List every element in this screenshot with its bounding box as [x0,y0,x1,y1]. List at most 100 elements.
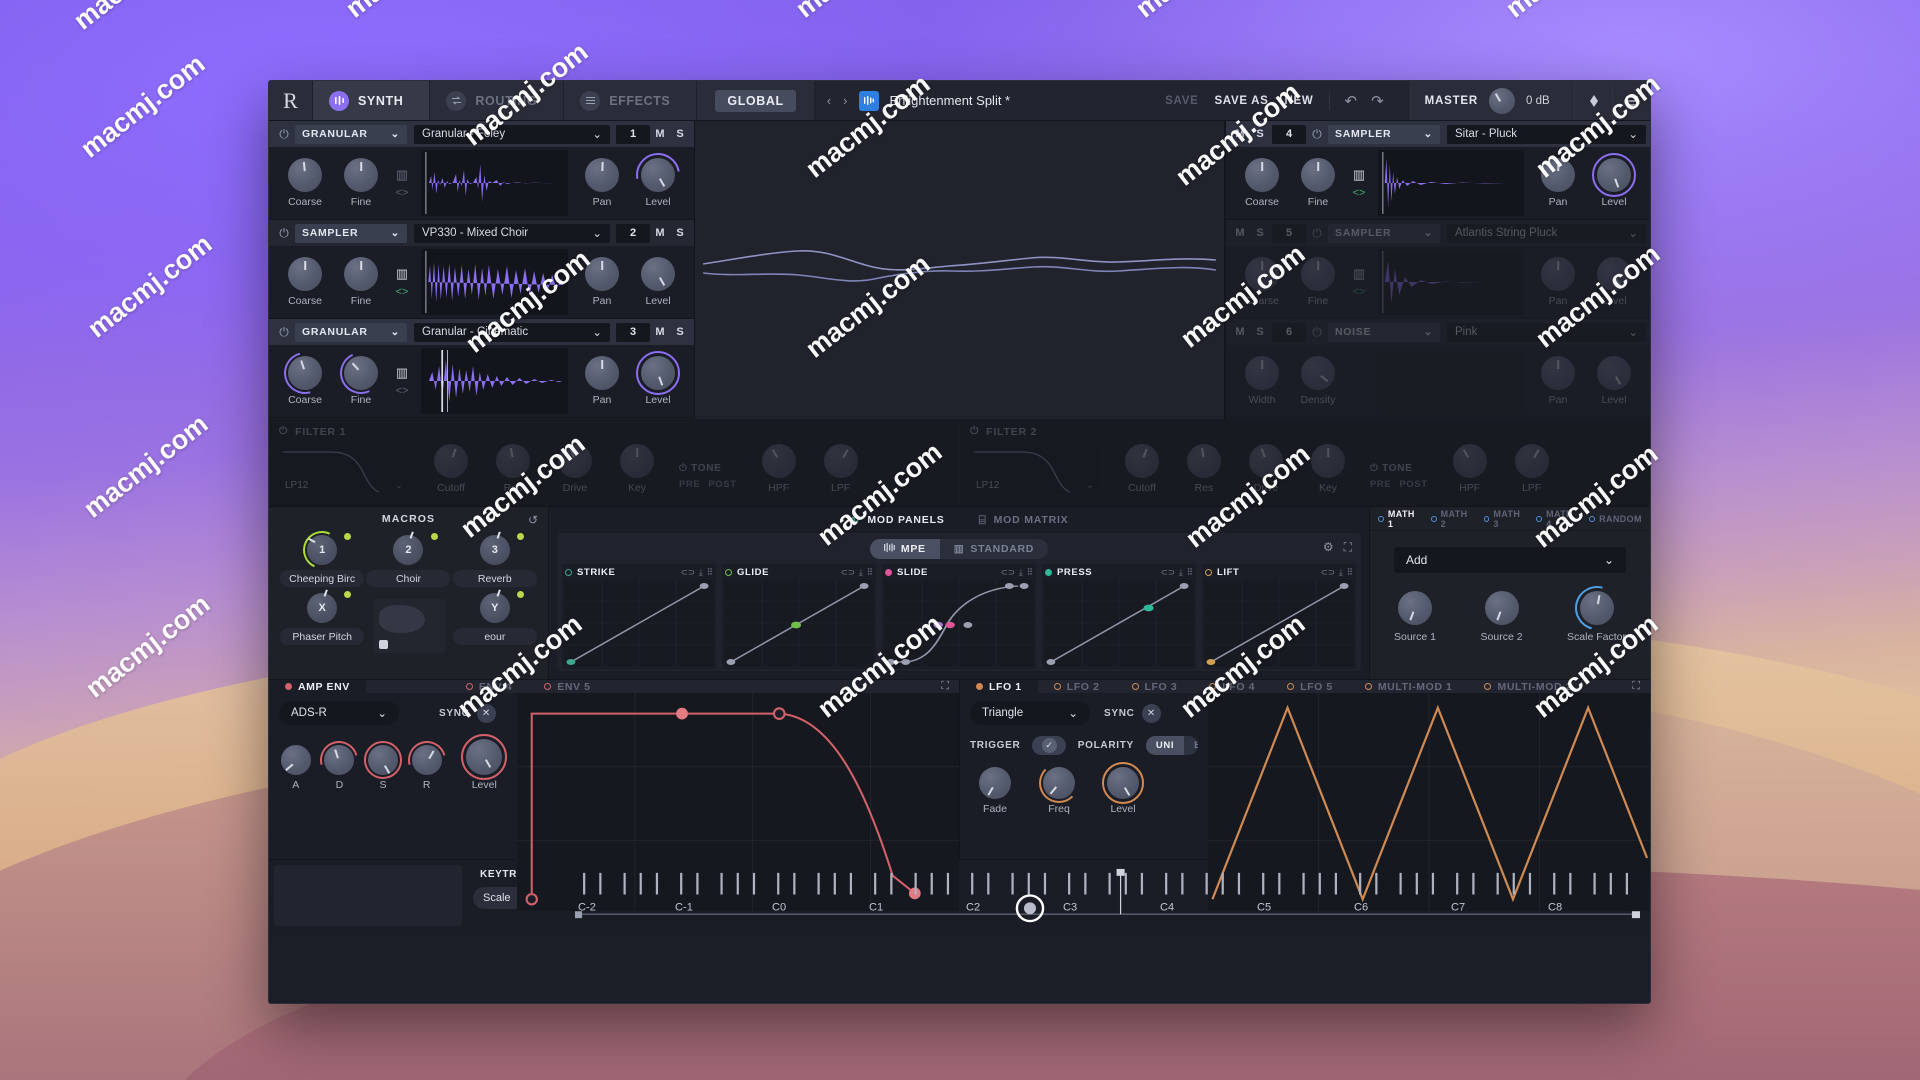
pan-knob[interactable] [585,257,619,291]
loop-icon[interactable]: ⊂⊃ [1001,567,1015,578]
macro-name-y[interactable]: eour [452,628,537,645]
oscillator-type-select[interactable]: GRANULAR ⌄ [295,322,407,342]
mute-button[interactable]: M [650,128,670,140]
macro-knob-2[interactable]: 2 [393,535,424,565]
filter-response-graph[interactable]: LP12 ⌄ [970,442,1100,494]
pan-knob[interactable] [1541,257,1575,291]
level-knob[interactable] [1597,257,1631,291]
level-knob[interactable] [1592,153,1636,197]
oscillator-slot-number[interactable]: 1 [616,124,650,144]
oscillator-slot-number[interactable]: 4 [1272,124,1306,144]
lfo-shape-select[interactable]: Triangle ⌄ [970,701,1090,725]
solo-button[interactable]: S [1250,227,1270,239]
tab-synth[interactable]: SYNTH [313,81,431,120]
polarity-uni-button[interactable]: UNI [1145,736,1185,755]
tab-math-4[interactable]: MATH 4 [1536,509,1580,529]
macro-name-x[interactable]: Phaser Pitch [280,628,365,645]
power-icon[interactable]: ⏻ [1306,325,1328,340]
status-dot[interactable] [1205,569,1212,576]
oscillator-type-select[interactable]: NOISE ⌄ [1328,322,1440,342]
tab-lfo-4[interactable]: LFO 4 [1193,680,1271,693]
oscilloscope-display[interactable] [694,121,1225,419]
tab-global[interactable]: GLOBAL [697,81,815,120]
solo-button[interactable]: S [670,326,690,338]
loop-icon[interactable]: ⊂⊃ [681,567,695,578]
pan-knob[interactable] [585,158,619,192]
tone-post-button[interactable]: POST [708,479,736,490]
mute-button[interactable]: M [1230,227,1250,239]
macro-assign-dot[interactable] [344,533,352,540]
mod-curve-graph[interactable] [565,580,713,666]
scale-factor-knob[interactable] [1566,577,1627,639]
oscillator-slot-number[interactable]: 3 [616,322,650,342]
density-knob[interactable] [1301,356,1335,390]
tab-lfo-3[interactable]: LFO 3 [1116,680,1194,693]
mute-button[interactable]: M [1230,326,1250,338]
oscillator-preset-select[interactable]: Pink ⌄ [1447,322,1646,342]
keyboard-icon[interactable]: ▥ [1353,168,1365,181]
master-knob[interactable] [1489,87,1515,114]
record-icon[interactable] [379,640,388,649]
pan-knob[interactable] [1541,356,1575,390]
mod-curve-graph[interactable] [1205,580,1353,666]
oscillator-preset-select[interactable]: Atlantis String Pluck ⌄ [1447,223,1646,243]
coarse-knob[interactable] [276,344,334,402]
tone-post-button[interactable]: POST [1399,479,1427,490]
code-icon[interactable]: <> [1353,286,1366,298]
keyboard-icon[interactable]: ▥ [396,366,408,379]
macro-name-3[interactable]: Reverb [452,570,537,587]
hpf-knob[interactable] [761,444,796,478]
loop-icon[interactable]: ⊂⊃ [841,567,855,578]
tab-env-hidden[interactable] [366,680,450,693]
keyboard-range-strip[interactable]: C-2 C-1 C0 C1 C2 C3 C4 C5 C6 C7 C8 [575,865,1642,926]
oscillator-preset-select[interactable]: Granular - Foley ⌄ [414,124,610,144]
tab-lfo-2[interactable]: LFO 2 [1038,680,1116,693]
macro-knob-3[interactable]: 3 [479,535,510,565]
expand-icon[interactable]: ⛶ [931,680,959,693]
power-icon[interactable]: ⏻ [273,127,295,142]
hpf-knob[interactable] [1452,444,1487,478]
waveform-display[interactable] [421,150,568,216]
code-icon[interactable]: <> [396,385,409,397]
loop-icon[interactable]: ⊂⊃ [1161,567,1175,578]
tab-amp-env[interactable]: AMP ENV [269,680,366,693]
drive-knob[interactable] [558,444,592,478]
status-dot[interactable] [565,569,572,576]
release-knob[interactable] [400,734,453,786]
oscillator-preset-select[interactable]: Sitar - Pluck ⌄ [1447,124,1646,144]
macro-assign-dot[interactable] [430,533,438,540]
mod-curve-graph[interactable] [885,580,1033,666]
tab-env-4[interactable]: ENV 4 [450,680,528,693]
tab-routing[interactable]: ROUTING [430,81,565,120]
preset-next-icon[interactable]: › [843,93,849,108]
envelope-sync-toggle[interactable]: ✕ [476,703,496,723]
save-as-button[interactable]: SAVE AS [1214,95,1268,107]
mod-curve-graph[interactable] [725,580,873,666]
macro-assign-dot[interactable] [344,591,352,598]
drive-knob[interactable] [1249,444,1283,478]
tab-multi-mod-2[interactable]: MULTI-MOD 2 [1468,680,1588,693]
solo-button[interactable]: S [1250,326,1270,338]
code-icon[interactable]: <> [1353,187,1366,199]
filter-mode-label[interactable]: LP12 [285,480,308,491]
code-icon[interactable]: <> [396,187,409,199]
oscillator-type-select[interactable]: GRANULAR ⌄ [295,124,407,144]
oscillator-preset-select[interactable]: Granular - Cinematic ⌄ [414,322,610,342]
res-knob[interactable] [496,444,530,478]
oscillator-type-select[interactable]: SAMPLER ⌄ [1328,223,1440,243]
waveform-display[interactable] [1378,249,1524,315]
cutoff-knob[interactable] [1125,444,1159,478]
power-icon[interactable]: ⏻ [1306,127,1328,142]
mute-button[interactable]: M [650,227,670,239]
source-2-knob[interactable] [1484,591,1519,625]
decay-knob[interactable] [313,734,366,786]
waveform-display[interactable] [1378,348,1524,414]
gear-icon[interactable]: ⚙ [1323,540,1334,555]
waveform-display[interactable] [421,249,568,315]
lpf-knob[interactable] [823,444,858,478]
xy-pad[interactable] [373,599,445,653]
preset-browser-icon[interactable] [859,90,880,111]
grid-icon[interactable]: ⠿ [707,567,713,578]
macro-name-1[interactable]: Cheeping Birc [280,570,365,587]
mod-curve-graph[interactable] [1045,580,1193,666]
